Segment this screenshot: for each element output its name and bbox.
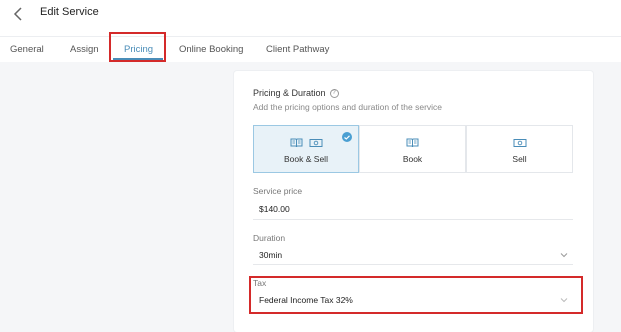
service-price-underline bbox=[253, 219, 573, 220]
check-icon bbox=[342, 132, 352, 142]
page-title: Edit Service bbox=[40, 6, 99, 18]
section-title: Pricing & Duration ? bbox=[253, 88, 339, 98]
option-label: Sell bbox=[512, 154, 527, 164]
top-bar: Edit Service bbox=[0, 0, 621, 36]
help-icon[interactable]: ? bbox=[329, 88, 339, 98]
tab-bar: General Assign Pricing Online Booking Cl… bbox=[0, 36, 621, 62]
active-tab-indicator bbox=[113, 58, 163, 60]
tab-online-booking[interactable]: Online Booking bbox=[179, 44, 243, 55]
book-icon bbox=[406, 138, 419, 148]
option-label: Book & Sell bbox=[284, 154, 328, 164]
chevron-down-icon[interactable] bbox=[560, 296, 568, 304]
service-price-label: Service price bbox=[253, 186, 303, 196]
option-sell[interactable]: Sell bbox=[466, 125, 573, 173]
book-icon bbox=[290, 138, 302, 148]
tax-label: Tax bbox=[253, 278, 267, 288]
back-button[interactable] bbox=[8, 4, 28, 24]
duration-label: Duration bbox=[253, 233, 286, 243]
chevron-down-icon[interactable] bbox=[560, 251, 568, 259]
tab-client-pathway[interactable]: Client Pathway bbox=[266, 44, 329, 55]
tab-assign[interactable]: Assign bbox=[70, 44, 99, 55]
option-book[interactable]: Book bbox=[359, 125, 466, 173]
cash-icon bbox=[309, 139, 322, 147]
service-price-input[interactable]: $140.00 bbox=[259, 204, 290, 214]
pricing-duration-heading: Pricing & Duration bbox=[253, 88, 326, 98]
chevron-left-icon bbox=[13, 7, 22, 21]
duration-underline bbox=[253, 264, 573, 265]
cash-icon bbox=[513, 139, 526, 147]
tab-pricing[interactable]: Pricing bbox=[124, 44, 153, 55]
tax-select[interactable]: Federal Income Tax 32% bbox=[259, 295, 353, 305]
option-label: Book bbox=[402, 154, 423, 164]
tab-general[interactable]: General bbox=[10, 44, 44, 55]
duration-select[interactable]: 30min bbox=[259, 250, 282, 260]
section-subtitle: Add the pricing options and duration of … bbox=[253, 102, 443, 112]
option-book-and-sell[interactable]: Book & Sell bbox=[253, 125, 359, 173]
